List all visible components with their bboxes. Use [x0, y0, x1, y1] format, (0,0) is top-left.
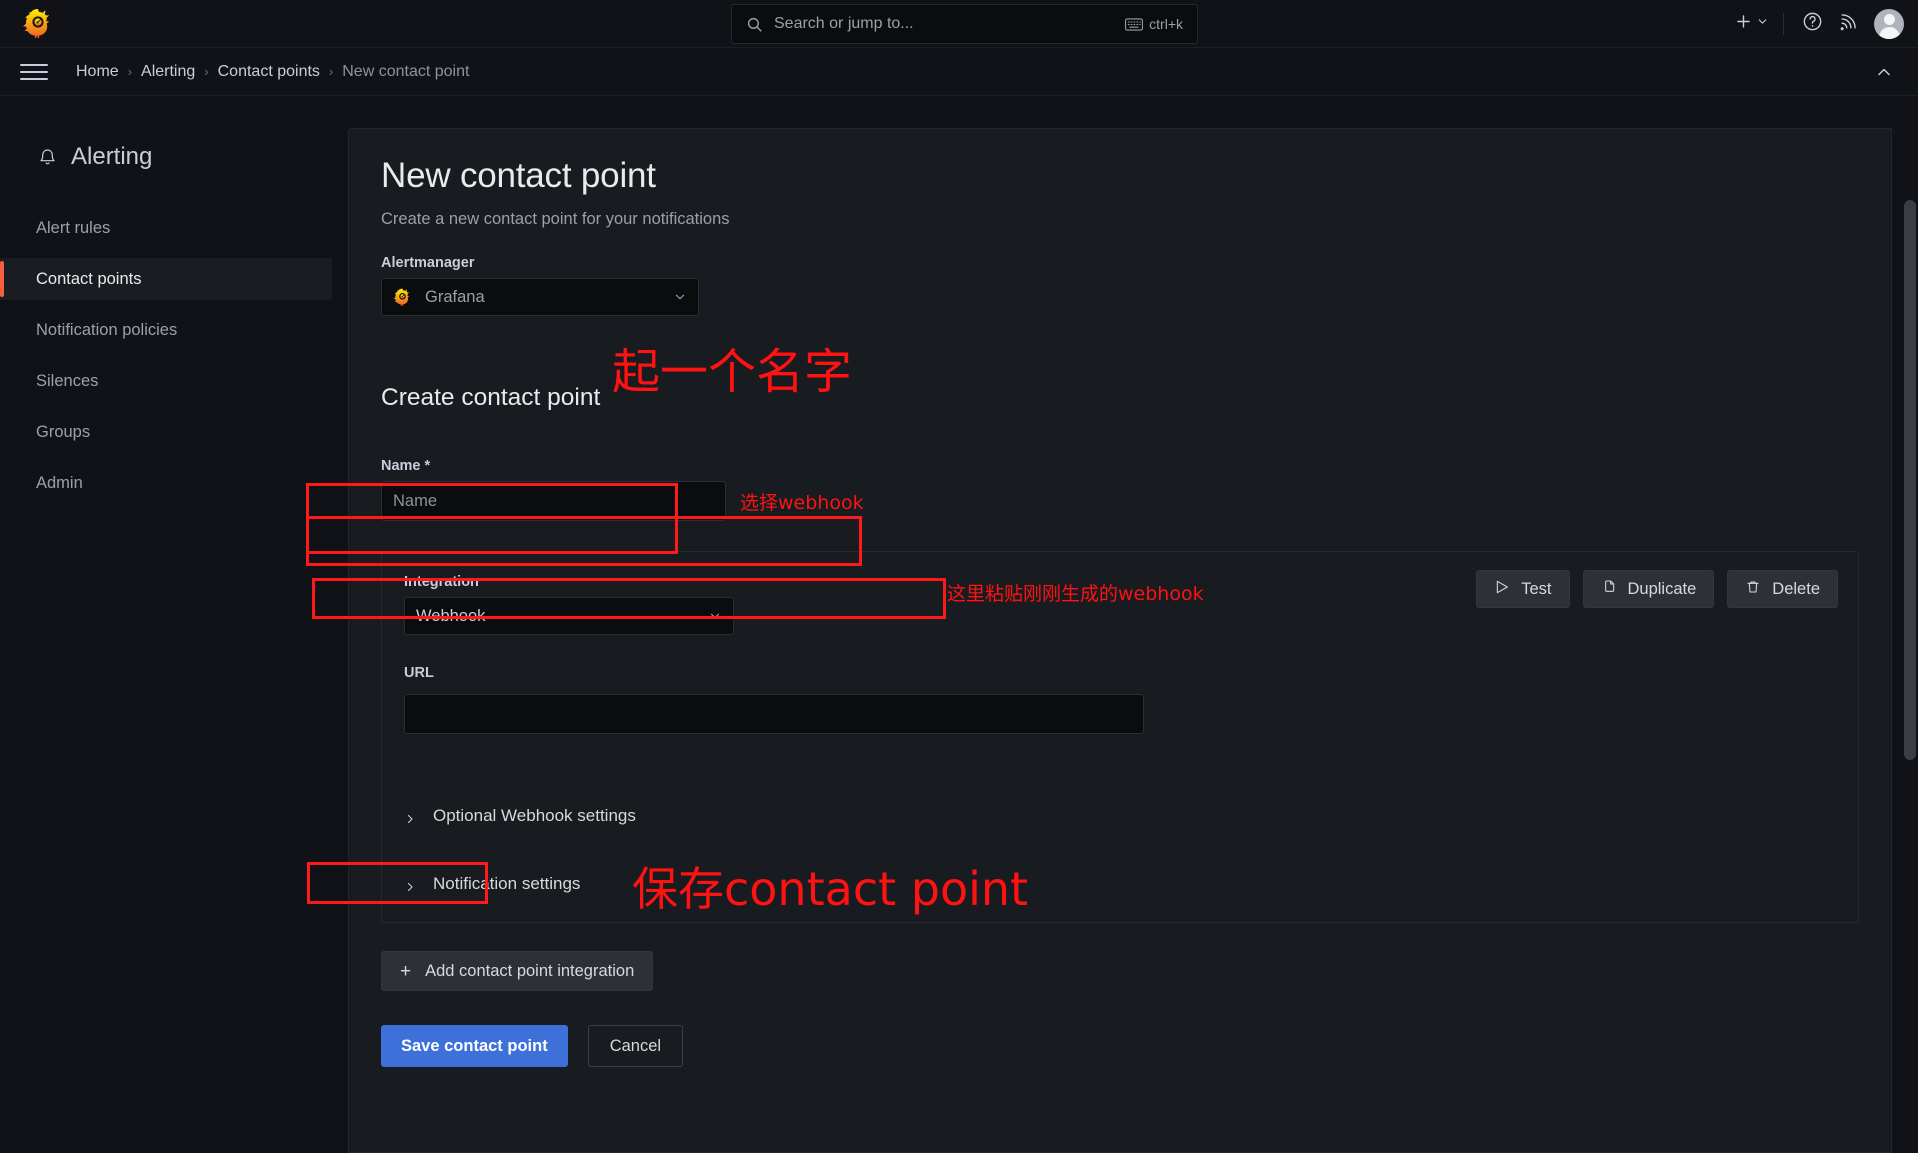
save-contact-point-button[interactable]: Save contact point — [381, 1025, 568, 1067]
test-button[interactable]: Test — [1476, 570, 1570, 608]
sidebar-item-silences[interactable]: Silences — [0, 360, 348, 402]
delete-button-label: Delete — [1772, 579, 1820, 598]
page-subtitle: Create a new contact point for your noti… — [381, 210, 730, 228]
sidebar-item-notification-policies[interactable]: Notification policies — [0, 309, 348, 351]
integration-selected-value: Webhook — [416, 606, 486, 625]
url-field-group: URL — [404, 665, 1836, 734]
keyboard-icon — [1125, 17, 1144, 31]
search-shortcut-hint: ctrl+k — [1125, 16, 1183, 32]
search-icon — [746, 16, 763, 33]
page-scrollbar-track[interactable] — [1902, 97, 1918, 1153]
integration-card-actions: Test Duplicate Delete — [1476, 570, 1838, 608]
sidebar-item-contact-points[interactable]: Contact points — [0, 258, 332, 300]
sidebar-item-list: Alert rules Contact points Notification … — [0, 207, 348, 513]
duplicate-button[interactable]: Duplicate — [1582, 570, 1715, 608]
question-circle-icon — [1802, 11, 1823, 37]
add-contact-point-integration-button[interactable]: + Add contact point integration — [381, 951, 654, 991]
topbar-actions — [1729, 0, 1904, 48]
page-title: New contact point — [381, 156, 656, 195]
alertmanager-label: Alertmanager — [381, 255, 475, 271]
notification-settings-toggle[interactable]: Notification settings — [404, 874, 1836, 894]
breadcrumb-item-alerting[interactable]: Alerting — [141, 63, 195, 81]
delete-button[interactable]: Delete — [1727, 570, 1838, 608]
sidebar-navigation: Alerting Alert rules Contact points Noti… — [0, 97, 348, 1153]
add-integration-label: Add contact point integration — [425, 961, 635, 980]
search-shortcut-label: ctrl+k — [1149, 16, 1183, 32]
integration-card: Test Duplicate Delete Integration Webhoo… — [381, 551, 1859, 923]
news-button[interactable] — [1830, 8, 1866, 40]
alertmanager-select[interactable]: Grafana — [381, 278, 699, 316]
new-item-button[interactable] — [1729, 8, 1773, 40]
url-input[interactable] — [404, 694, 1144, 734]
help-button[interactable] — [1794, 8, 1830, 40]
sidebar-section-title: Alerting — [38, 143, 152, 171]
chevron-right-icon — [404, 810, 416, 824]
chevron-right-icon — [404, 878, 416, 892]
hamburger-menu-icon[interactable] — [20, 58, 48, 86]
alertmanager-field: Alertmanager Grafana — [381, 255, 1857, 316]
topbar-divider — [1783, 13, 1784, 35]
sidebar-item-label: Silences — [36, 371, 99, 390]
plus-icon: + — [400, 960, 412, 982]
duplicate-button-label: Duplicate — [1627, 579, 1697, 598]
sidebar-title-label: Alerting — [71, 143, 153, 170]
breadcrumb-separator: › — [127, 64, 133, 79]
breadcrumb: Home › Alerting › Contact points › New c… — [76, 63, 469, 81]
grafana-logo-icon[interactable] — [22, 8, 54, 40]
main-content-pane: New contact point Create a new contact p… — [348, 128, 1892, 1153]
name-input[interactable] — [381, 481, 726, 521]
sidebar-item-label: Notification policies — [36, 320, 178, 339]
breadcrumb-separator: › — [204, 64, 209, 79]
copy-icon — [1601, 579, 1617, 600]
breadcrumb-item-new-contact-point: New contact point — [342, 62, 470, 80]
chevron-up-icon[interactable] — [1874, 62, 1894, 82]
rss-icon — [1838, 12, 1858, 37]
name-label: Name * — [381, 458, 431, 474]
breadcrumb-bar: Home › Alerting › Contact points › New c… — [0, 48, 1918, 96]
sidebar-item-label: Admin — [36, 473, 83, 492]
breadcrumb-item-contact-points[interactable]: Contact points — [218, 63, 320, 81]
avatar[interactable] — [1874, 9, 1904, 39]
bell-icon — [38, 147, 57, 168]
sidebar-item-label: Alert rules — [36, 218, 111, 237]
url-label: URL — [404, 665, 434, 681]
chevron-down-icon — [708, 609, 722, 623]
page-scrollbar-thumb[interactable] — [1904, 200, 1916, 760]
sidebar-item-groups[interactable]: Groups — [0, 411, 348, 453]
chevron-down-icon — [673, 290, 687, 304]
grafana-logo-icon — [393, 288, 412, 307]
sidebar-item-admin[interactable]: Admin — [0, 462, 348, 504]
test-button-label: Test — [1521, 579, 1552, 598]
optional-webhook-settings-label: Optional Webhook settings — [433, 806, 636, 825]
send-play-icon — [1494, 579, 1510, 600]
alertmanager-selected-value: Grafana — [425, 287, 485, 306]
global-search-bar[interactable]: Search or jump to... ctrl+k — [731, 4, 1198, 44]
sidebar-item-label: Groups — [36, 422, 91, 441]
name-field-group: Name * — [381, 458, 1857, 521]
optional-webhook-settings-toggle[interactable]: Optional Webhook settings — [404, 806, 1836, 826]
sidebar-item-alert-rules[interactable]: Alert rules — [0, 207, 348, 249]
create-contact-point-heading: Create contact point — [381, 384, 601, 411]
breadcrumb-item-home[interactable]: Home — [76, 63, 119, 81]
plus-icon — [1734, 12, 1753, 36]
top-navigation-bar: Search or jump to... ctrl+k — [0, 0, 1918, 48]
trash-icon — [1745, 579, 1761, 600]
cancel-button[interactable]: Cancel — [587, 1025, 684, 1067]
breadcrumb-separator: › — [328, 64, 334, 79]
chevron-down-icon — [1756, 15, 1769, 33]
notification-settings-label: Notification settings — [433, 874, 581, 893]
integration-select[interactable]: Webhook — [404, 597, 734, 635]
search-placeholder-text: Search or jump to... — [774, 15, 914, 32]
form-footer-actions: Save contact point Cancel — [381, 1025, 1857, 1067]
sidebar-item-label: Contact points — [36, 269, 142, 288]
